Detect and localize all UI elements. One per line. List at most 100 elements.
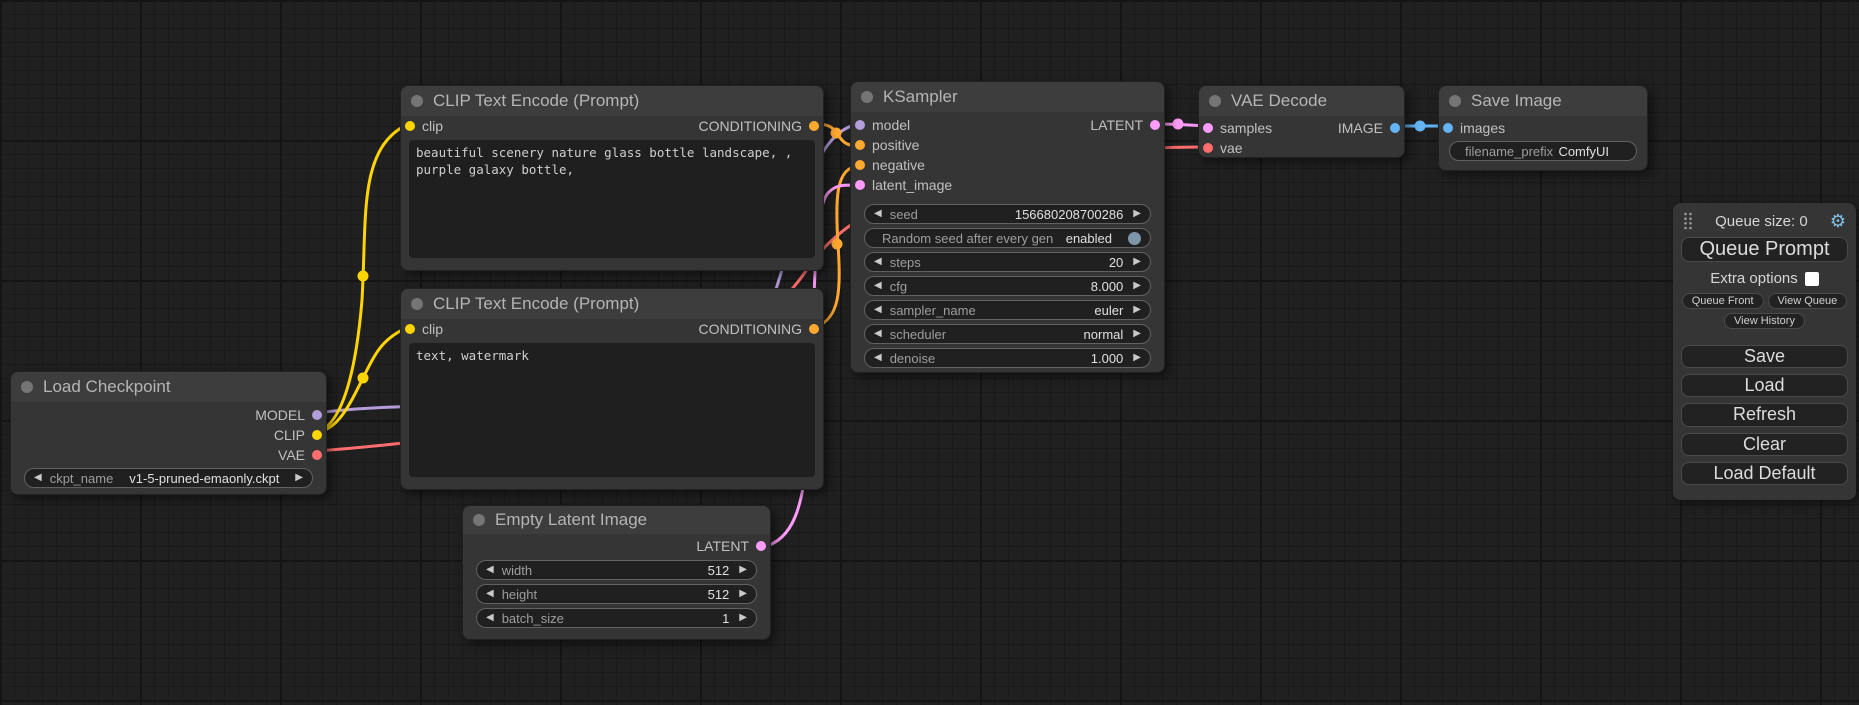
input-port-samples[interactable] bbox=[1203, 123, 1213, 133]
widget-width[interactable]: ◀ width 512 ▶ bbox=[476, 560, 757, 580]
queue-front-button[interactable]: Queue Front bbox=[1682, 293, 1764, 309]
node-titlebar[interactable]: Empty Latent Image bbox=[463, 506, 770, 534]
input-slot-vae[interactable]: vae bbox=[1199, 140, 1243, 156]
output-slot-conditioning[interactable]: CONDITIONING bbox=[699, 118, 823, 134]
decrement-arrow-icon[interactable]: ◀ bbox=[874, 257, 882, 267]
input-port-vae[interactable] bbox=[1203, 143, 1213, 153]
save-button[interactable]: Save bbox=[1681, 345, 1848, 368]
next-value-arrow-icon[interactable]: ▶ bbox=[295, 473, 303, 483]
node-collapse-dot[interactable] bbox=[411, 298, 423, 310]
node-collapse-dot[interactable] bbox=[861, 91, 873, 103]
decrement-arrow-icon[interactable]: ◀ bbox=[486, 613, 494, 623]
input-port-negative[interactable] bbox=[855, 160, 865, 170]
negative-prompt-textarea[interactable]: text, watermark bbox=[409, 343, 815, 477]
next-value-arrow-icon[interactable]: ▶ bbox=[1133, 305, 1141, 315]
output-port-image[interactable] bbox=[1390, 123, 1400, 133]
link-dot-conditioning-positive[interactable] bbox=[831, 128, 842, 139]
widget-seed[interactable]: ◀ seed 156680208700286 ▶ bbox=[864, 204, 1151, 224]
widget-denoise[interactable]: ◀ denoise 1.000 ▶ bbox=[864, 348, 1151, 368]
decrement-arrow-icon[interactable]: ◀ bbox=[874, 209, 882, 219]
widget-cfg[interactable]: ◀ cfg 8.000 ▶ bbox=[864, 276, 1151, 296]
node-titlebar[interactable]: Save Image bbox=[1439, 86, 1647, 116]
increment-arrow-icon[interactable]: ▶ bbox=[1133, 353, 1141, 363]
decrement-arrow-icon[interactable]: ◀ bbox=[874, 281, 882, 291]
widget-height[interactable]: ◀ height 512 ▶ bbox=[476, 584, 757, 604]
increment-arrow-icon[interactable]: ▶ bbox=[1133, 209, 1141, 219]
extra-options-checkbox[interactable] bbox=[1805, 272, 1819, 286]
node-titlebar[interactable]: CLIP Text Encode (Prompt) bbox=[401, 289, 823, 319]
output-port-conditioning[interactable] bbox=[809, 121, 819, 131]
view-history-button[interactable]: View History bbox=[1724, 313, 1805, 329]
output-port-clip[interactable] bbox=[312, 430, 322, 440]
input-port-model[interactable] bbox=[855, 120, 865, 130]
input-slot-images[interactable]: images bbox=[1439, 120, 1505, 136]
increment-arrow-icon[interactable]: ▶ bbox=[739, 565, 747, 575]
widget-ckpt-name[interactable]: ◀ ckpt_name v1-5-pruned-emaonly.ckpt ▶ bbox=[24, 468, 313, 488]
clear-button[interactable]: Clear bbox=[1681, 433, 1848, 456]
node-collapse-dot[interactable] bbox=[411, 95, 423, 107]
decrement-arrow-icon[interactable]: ◀ bbox=[486, 565, 494, 575]
output-port-model[interactable] bbox=[312, 410, 322, 420]
output-slot-conditioning[interactable]: CONDITIONING bbox=[699, 321, 823, 337]
node-vae-decode[interactable]: VAE Decode samples IMAGE vae bbox=[1198, 85, 1405, 158]
widget-random-seed-toggle[interactable]: Random seed after every gen enabled bbox=[864, 228, 1151, 248]
output-slot-image[interactable]: IMAGE bbox=[1338, 120, 1404, 136]
output-slot-model[interactable]: MODEL bbox=[255, 407, 326, 423]
link-dot-clip-positive[interactable] bbox=[358, 271, 369, 282]
output-port-latent[interactable] bbox=[756, 541, 766, 551]
decrement-arrow-icon[interactable]: ◀ bbox=[874, 353, 882, 363]
input-slot-samples[interactable]: samples bbox=[1199, 120, 1272, 136]
node-clip-text-encode-positive[interactable]: CLIP Text Encode (Prompt) clip CONDITION… bbox=[400, 85, 824, 271]
input-slot-clip[interactable]: clip bbox=[401, 321, 443, 337]
widget-sampler-name[interactable]: ◀ sampler_name euler ▶ bbox=[864, 300, 1151, 320]
input-slot-model[interactable]: model bbox=[851, 117, 910, 133]
node-collapse-dot[interactable] bbox=[1209, 95, 1221, 107]
link-dot-conditioning-negative[interactable] bbox=[832, 239, 843, 250]
node-collapse-dot[interactable] bbox=[473, 514, 485, 526]
input-port-latent-image[interactable] bbox=[855, 180, 865, 190]
node-save-image[interactable]: Save Image images filename_prefix ComfyU… bbox=[1438, 85, 1648, 171]
prev-value-arrow-icon[interactable]: ◀ bbox=[34, 473, 42, 483]
node-collapse-dot[interactable] bbox=[1449, 95, 1461, 107]
link-dot-clip-negative[interactable] bbox=[358, 373, 369, 384]
output-slot-vae[interactable]: VAE bbox=[278, 447, 326, 463]
node-load-checkpoint[interactable]: Load Checkpoint MODEL CLIP VAE ◀ ckpt_na… bbox=[10, 371, 327, 495]
queue-prompt-button[interactable]: Queue Prompt bbox=[1681, 237, 1848, 262]
prev-value-arrow-icon[interactable]: ◀ bbox=[874, 305, 882, 315]
link-dot-image[interactable] bbox=[1415, 121, 1426, 132]
input-port-images[interactable] bbox=[1443, 123, 1453, 133]
node-titlebar[interactable]: KSampler bbox=[851, 82, 1164, 112]
node-clip-text-encode-negative[interactable]: CLIP Text Encode (Prompt) clip CONDITION… bbox=[400, 288, 824, 490]
output-port-vae[interactable] bbox=[312, 450, 322, 460]
next-value-arrow-icon[interactable]: ▶ bbox=[1133, 329, 1141, 339]
input-port-clip[interactable] bbox=[405, 324, 415, 334]
output-slot-clip[interactable]: CLIP bbox=[274, 427, 326, 443]
input-slot-clip[interactable]: clip bbox=[401, 118, 443, 134]
node-titlebar[interactable]: VAE Decode bbox=[1199, 86, 1404, 116]
link-dot-latent-samples[interactable] bbox=[1173, 119, 1184, 130]
increment-arrow-icon[interactable]: ▶ bbox=[739, 613, 747, 623]
increment-arrow-icon[interactable]: ▶ bbox=[1133, 281, 1141, 291]
output-slot-latent[interactable]: LATENT bbox=[1090, 117, 1164, 133]
widget-filename-prefix[interactable]: filename_prefix ComfyUI bbox=[1449, 141, 1637, 161]
output-slot-latent[interactable]: LATENT bbox=[696, 538, 770, 554]
node-titlebar[interactable]: CLIP Text Encode (Prompt) bbox=[401, 86, 823, 116]
refresh-button[interactable]: Refresh bbox=[1681, 403, 1848, 426]
decrement-arrow-icon[interactable]: ◀ bbox=[486, 589, 494, 599]
node-empty-latent-image[interactable]: Empty Latent Image LATENT ◀ width 512 ▶ … bbox=[462, 505, 771, 640]
increment-arrow-icon[interactable]: ▶ bbox=[1133, 257, 1141, 267]
output-port-latent[interactable] bbox=[1150, 120, 1160, 130]
drag-handle-icon[interactable] bbox=[1683, 212, 1693, 230]
positive-prompt-textarea[interactable]: beautiful scenery nature glass bottle la… bbox=[409, 140, 815, 258]
input-slot-positive[interactable]: positive bbox=[851, 137, 919, 153]
widget-steps[interactable]: ◀ steps 20 ▶ bbox=[864, 252, 1151, 272]
node-ksampler[interactable]: KSampler model LATENT positive negative bbox=[850, 81, 1165, 373]
toggle-indicator[interactable] bbox=[1128, 232, 1141, 245]
input-slot-negative[interactable]: negative bbox=[851, 157, 925, 173]
view-queue-button[interactable]: View Queue bbox=[1768, 293, 1848, 309]
comfyui-canvas[interactable]: { "slot_colors": { "model": "#b39ddb", "… bbox=[0, 0, 1859, 705]
node-titlebar[interactable]: Load Checkpoint bbox=[11, 372, 326, 402]
widget-scheduler[interactable]: ◀ scheduler normal ▶ bbox=[864, 324, 1151, 344]
widget-batch-size[interactable]: ◀ batch_size 1 ▶ bbox=[476, 608, 757, 628]
input-slot-latent-image[interactable]: latent_image bbox=[851, 177, 952, 193]
